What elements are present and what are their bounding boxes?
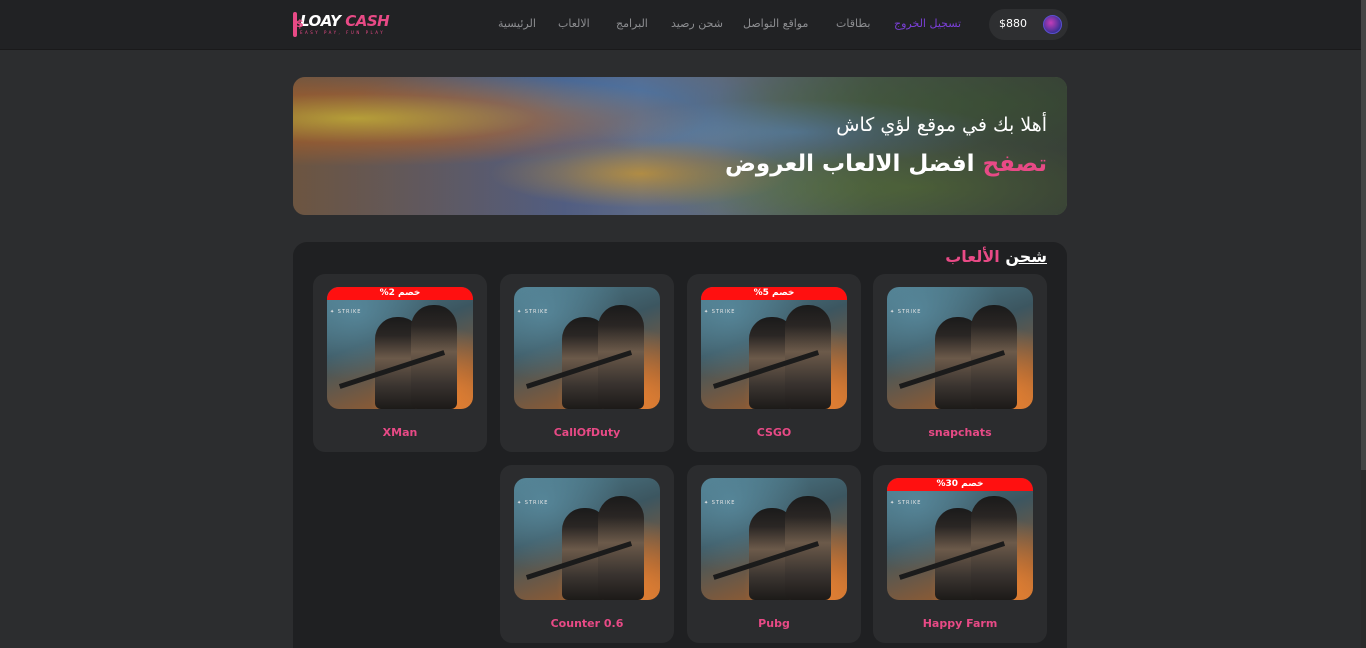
- logo-text: LOAY CASH EASY PAY, FUN PLAY: [300, 11, 390, 35]
- scrollbar-thumb[interactable]: [1361, 0, 1366, 470]
- wallet-pill[interactable]: $880: [989, 9, 1068, 40]
- nav-item-cards[interactable]: بطاقات: [836, 17, 870, 30]
- game-cover-image: ✦ STRIKE خصم 5%: [701, 287, 847, 409]
- hero-headline-accent: تصفح: [982, 151, 1047, 177]
- section-title: شحن الألعاب: [945, 247, 1047, 266]
- nav-item-logout[interactable]: تسجيل الخروج: [894, 17, 961, 30]
- game-card[interactable]: ✦ STRIKE خصم 30% Happy Farm: [873, 465, 1047, 643]
- wallet-logo-icon: [293, 11, 304, 37]
- user-avatar[interactable]: [1043, 15, 1062, 34]
- game-name: Happy Farm: [922, 617, 998, 630]
- game-cover-image: ✦ STRIKE خصم 30%: [887, 478, 1033, 600]
- game-card[interactable]: ✦ STRIKE snapchats: [873, 274, 1047, 452]
- logo-tagline: EASY PAY, FUN PLAY: [300, 29, 386, 35]
- game-logo-icon: ✦ STRIKE: [704, 500, 736, 506]
- top-navbar: LOAY CASH EASY PAY, FUN PLAY الرئيسية ال…: [0, 0, 1361, 50]
- game-card[interactable]: ✦ STRIKE خصم 5% CSGO: [687, 274, 861, 452]
- game-card[interactable]: ✦ STRIKE Pubg: [687, 465, 861, 643]
- game-logo-icon: ✦ STRIKE: [330, 309, 362, 315]
- nav-item-programs[interactable]: البرامج: [616, 17, 648, 30]
- game-name: CallOfDuty: [553, 426, 621, 439]
- nav-item-topup[interactable]: شحن رصيد: [671, 17, 723, 30]
- game-logo-icon: ✦ STRIKE: [517, 309, 549, 315]
- game-name: Counter 0.6: [550, 617, 624, 630]
- game-cover-image: ✦ STRIKE: [514, 287, 660, 409]
- game-cover-image: ✦ STRIKE: [514, 478, 660, 600]
- discount-badge: خصم 2%: [327, 287, 473, 300]
- hero-headline-rest: افضل الالعاب العروض: [724, 151, 975, 177]
- discount-badge: خصم 30%: [887, 478, 1033, 491]
- game-logo-icon: ✦ STRIKE: [704, 309, 736, 315]
- hero-overlay: [293, 77, 1067, 215]
- logo-title-pink: CASH: [345, 11, 390, 30]
- discount-badge: خصم 5%: [701, 287, 847, 300]
- game-cover-image: ✦ STRIKE: [887, 287, 1033, 409]
- game-name: Pubg: [758, 617, 790, 630]
- game-logo-icon: ✦ STRIKE: [890, 309, 922, 315]
- game-cover-image: ✦ STRIKE: [701, 478, 847, 600]
- game-card[interactable]: ✦ STRIKE Counter 0.6: [500, 465, 674, 643]
- section-title-white: شحن: [1005, 247, 1047, 266]
- game-cover-image: ✦ STRIKE خصم 2%: [327, 287, 473, 409]
- section-title-pink: الألعاب: [945, 247, 1000, 266]
- games-section: شحن الألعاب ✦ STRIKE snapchats ✦ STRIKE …: [293, 242, 1067, 648]
- wallet-balance: $880: [999, 17, 1027, 30]
- game-name: CSGO: [756, 426, 792, 439]
- game-name: XMan: [382, 426, 418, 439]
- site-logo[interactable]: LOAY CASH EASY PAY, FUN PLAY: [293, 10, 390, 38]
- nav-item-home[interactable]: الرئيسية: [498, 17, 536, 30]
- hero-welcome-text: أهلا بك في موقع لؤي كاش: [836, 114, 1047, 136]
- nav-item-games[interactable]: الالعاب: [558, 17, 590, 30]
- nav-item-social[interactable]: مواقع التواصل: [743, 17, 808, 30]
- hero-headline: تصفح افضل الالعاب العروض: [725, 151, 1047, 177]
- logo-title-white: LOAY: [300, 11, 341, 30]
- game-card[interactable]: ✦ STRIKE خصم 2% XMan: [313, 274, 487, 452]
- hero-banner: أهلا بك في موقع لؤي كاش تصفح افضل الالعا…: [293, 77, 1067, 215]
- game-card[interactable]: ✦ STRIKE CallOfDuty: [500, 274, 674, 452]
- logo-title: LOAY CASH: [300, 11, 390, 30]
- game-logo-icon: ✦ STRIKE: [517, 500, 549, 506]
- game-logo-icon: ✦ STRIKE: [890, 500, 922, 506]
- game-name: snapchats: [928, 426, 992, 439]
